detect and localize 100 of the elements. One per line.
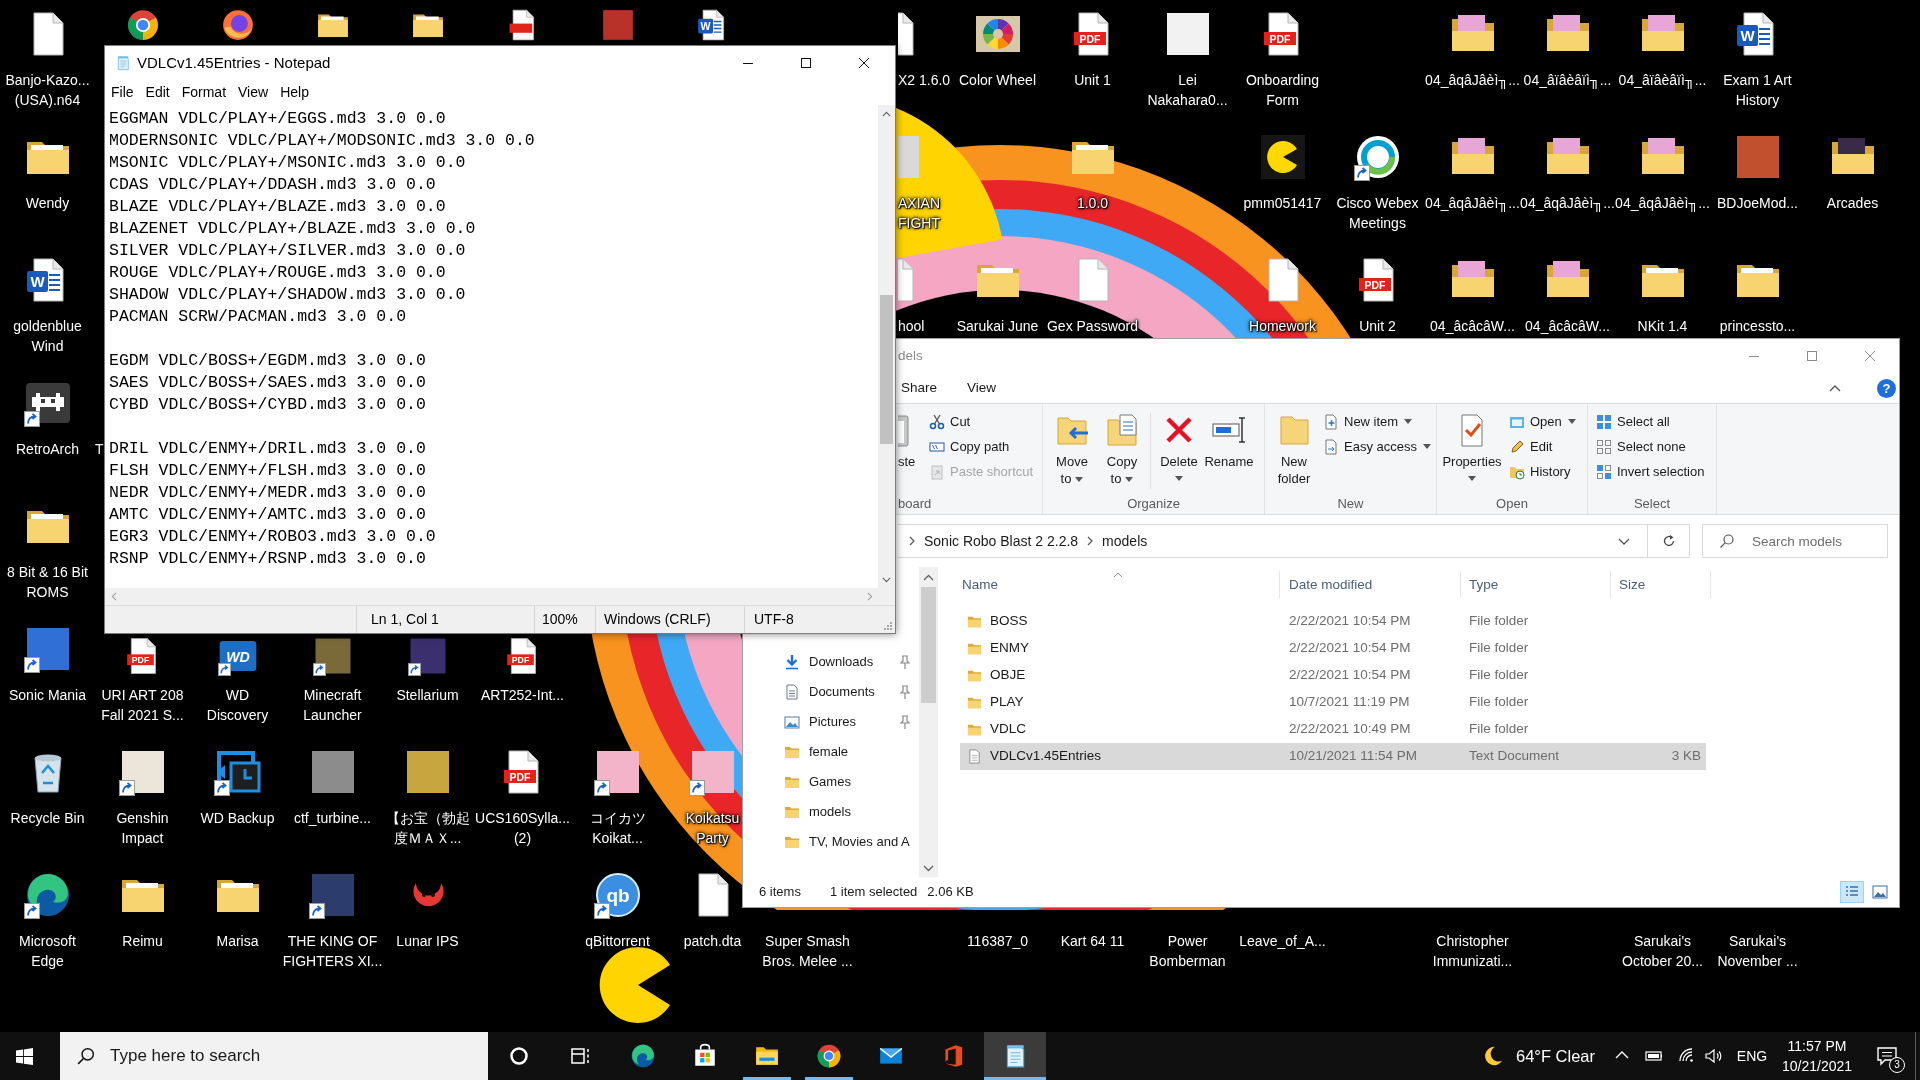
- desktop-icon-label[interactable]: Power Bomberman: [1149, 931, 1226, 971]
- desktop-icon-label[interactable]: T: [95, 439, 104, 459]
- desktop-icon-label[interactable]: 116387_0: [966, 931, 1029, 951]
- desktop-icon-label[interactable]: RetroArch: [16, 439, 79, 459]
- nav-item[interactable]: Downloads: [743, 647, 919, 677]
- desktop-icon-label[interactable]: UCS160Sylla... (2): [475, 808, 570, 848]
- help-button[interactable]: ?: [1877, 378, 1896, 398]
- desktop-icon-label[interactable]: Leave_of_A...: [1239, 931, 1326, 951]
- copy-to-button[interactable]: Copy to: [1097, 409, 1147, 493]
- desktop-icon-label[interactable]: Marisa: [216, 931, 259, 951]
- easy-access-button[interactable]: Easy access: [1323, 434, 1431, 459]
- desktop-icon-label[interactable]: 1.0.0: [1076, 193, 1109, 213]
- file-row[interactable]: PLAY 10/7/2021 11:19 PM File folder: [960, 689, 1706, 716]
- nav-item[interactable]: models: [743, 797, 919, 827]
- desktop-icon-label[interactable]: Sarukai's November ...: [1717, 931, 1798, 971]
- nav-item[interactable]: TV, Movies and A: [743, 827, 919, 857]
- column-header[interactable]: Size: [1611, 571, 1711, 598]
- desktop-icon-label[interactable]: Genshin Impact: [116, 808, 169, 848]
- desktop-icon-label[interactable]: Banjo-Kazo... (USA).n64: [5, 70, 90, 110]
- desktop-icon-label[interactable]: 04_âqâJâèì╖...: [1425, 193, 1520, 213]
- ribbon-tab[interactable]: View: [964, 373, 1000, 403]
- breadcrumb-item[interactable]: Sonic Robo Blast 2 2.2.8: [924, 530, 1079, 552]
- rename-button[interactable]: Rename: [1204, 409, 1254, 493]
- vertical-scrollbar[interactable]: [919, 567, 938, 877]
- desktop-icon-label[interactable]: X2 1.6.0: [898, 70, 951, 90]
- desktop-icon-label[interactable]: 04_âqâJâèì╖...: [1425, 70, 1520, 90]
- nav-item[interactable]: Pictures: [743, 707, 919, 737]
- browser-icon[interactable]: [125, 8, 160, 42]
- desktop-icon-label[interactable]: URI ART 208 Fall 2021 S...: [101, 685, 184, 725]
- desktop-icon-label[interactable]: 【お宝（勃起度ＭＡＸ...: [384, 808, 471, 848]
- edit-button[interactable]: Edit: [1509, 434, 1576, 459]
- desktop-icon-label[interactable]: Cisco Webex Meetings: [1336, 193, 1419, 233]
- desktop-icon-label[interactable]: 8 Bit & 16 Bit ROMS: [7, 562, 88, 602]
- desktop-icon-label[interactable]: Sarukai June: [956, 316, 1039, 336]
- desktop-icon-label[interactable]: hool: [898, 316, 925, 336]
- horizontal-scrollbar[interactable]: [105, 588, 878, 605]
- file-row[interactable]: VDLC 2/22/2021 10:49 PM File folder: [960, 716, 1706, 743]
- desktop-icon-label[interactable]: Kart 64 11: [1060, 931, 1125, 951]
- search-field[interactable]: Type here to search: [60, 1032, 488, 1080]
- vertical-scrollbar[interactable]: [878, 105, 895, 588]
- invert-selection-button[interactable]: Invert selection: [1596, 459, 1705, 484]
- clock-button[interactable]: 11:57 PM 10/21/2021: [1775, 1032, 1859, 1080]
- language-button[interactable]: ENG: [1729, 1032, 1775, 1080]
- menu-item[interactable]: Format: [175, 80, 233, 105]
- desktop-icon-label[interactable]: 04_âcâcâW...: [1430, 316, 1515, 336]
- desktop-icon-label[interactable]: Onboarding Form: [1245, 70, 1320, 110]
- desktop-icon-label[interactable]: qBittorrent: [585, 931, 650, 951]
- view-toggle-button[interactable]: [1840, 881, 1864, 903]
- refresh-button[interactable]: [1648, 524, 1690, 558]
- desktop-icon-label[interactable]: Microsoft Edge: [19, 931, 76, 971]
- desktop-icon-label[interactable]: Wendy: [25, 193, 70, 213]
- column-header[interactable]: Type: [1461, 571, 1611, 598]
- delete-button[interactable]: Delete: [1154, 409, 1204, 493]
- desktop-icon-label[interactable]: pmm051417: [1243, 193, 1322, 213]
- scrollbar-thumb[interactable]: [880, 295, 893, 444]
- copy-path-button[interactable]: Copy path: [929, 434, 1034, 459]
- menu-item[interactable]: View: [232, 80, 275, 105]
- desktop-icon-label[interactable]: Unit 2: [1359, 316, 1396, 336]
- select-all-button[interactable]: Select all: [1596, 409, 1705, 434]
- desktop-icon-label[interactable]: Sarukai's October 20...: [1622, 931, 1703, 971]
- move-to-button[interactable]: Move to: [1047, 409, 1097, 493]
- nav-item[interactable]: Games: [743, 767, 919, 797]
- browser-icon[interactable]: [220, 8, 255, 42]
- desktop-icon-label[interactable]: Stellarium: [396, 685, 459, 705]
- open-button[interactable]: Open: [1509, 409, 1576, 434]
- select-none-button[interactable]: Select none: [1596, 434, 1705, 459]
- desktop-icon-label[interactable]: ART252-Int...: [481, 685, 564, 705]
- desktop-icon-label[interactable]: Gex Password: [1046, 316, 1138, 336]
- desktop-icon-label[interactable]: Recycle Bin: [10, 808, 85, 828]
- desktop-icon-label[interactable]: 04_âqâJâèì╖...: [1520, 193, 1615, 213]
- desktop-icon-label[interactable]: Unit 1: [1074, 70, 1111, 90]
- desktop-icon-label[interactable]: コイカツ Koikat...: [589, 808, 646, 848]
- address-bar[interactable]: Sonic Robo Blast 2 2.2.8 models: [898, 524, 1648, 558]
- notifications-button[interactable]: 3: [1859, 1032, 1915, 1080]
- desktop-icon-label[interactable]: 04_âcâcâW...: [1525, 316, 1610, 336]
- weather-button[interactable]: 64°F Clear: [1481, 1032, 1595, 1080]
- desktop-icon-label[interactable]: Lunar IPS: [396, 931, 459, 951]
- menu-item[interactable]: Edit: [139, 80, 176, 105]
- desktop-icon-label[interactable]: 04_âïâèâïì╖...: [1618, 70, 1707, 90]
- column-header[interactable]: Name: [955, 571, 1280, 598]
- desktop-icon-label[interactable]: 04_âïâèâïì╖...: [1523, 70, 1612, 90]
- desktop-icon-label[interactable]: BDJoeMod...: [1717, 193, 1798, 213]
- column-header[interactable]: Date modified: [1280, 571, 1461, 598]
- desktop-icon-label[interactable]: NKit 1.4: [1637, 316, 1688, 336]
- nav-item[interactable]: female: [743, 737, 919, 767]
- desktop-icon-label[interactable]: ctf_turbine...: [293, 808, 371, 828]
- desktop-icon-label[interactable]: WD Backup: [200, 808, 275, 828]
- search-field[interactable]: Search models: [1702, 524, 1888, 558]
- taskbar-app-button[interactable]: [984, 1032, 1046, 1080]
- file-row[interactable]: ENMY 2/22/2021 10:54 PM File folder: [960, 635, 1706, 662]
- file-row[interactable]: VDLCv1.45Entries 10/21/2021 11:54 PM Text Document 3 KB: [960, 743, 1706, 770]
- nav-item[interactable]: Documents: [743, 677, 919, 707]
- file-row[interactable]: BOSS 2/22/2021 10:54 PM File folder: [960, 608, 1706, 635]
- desktop-icon-label[interactable]: Exam 1 Art History: [1723, 70, 1792, 110]
- desktop-icon-label[interactable]: Christopher Immunizati...: [1432, 931, 1513, 971]
- desktop-icon-label[interactable]: patch.dta: [683, 931, 742, 951]
- new-folder-button[interactable]: New folder: [1272, 409, 1316, 493]
- cut-button[interactable]: Cut: [929, 409, 1034, 434]
- desktop-icon-label[interactable]: Lei Nakahara0...: [1147, 70, 1228, 110]
- desktop-icon-label[interactable]: princessto...: [1719, 316, 1796, 336]
